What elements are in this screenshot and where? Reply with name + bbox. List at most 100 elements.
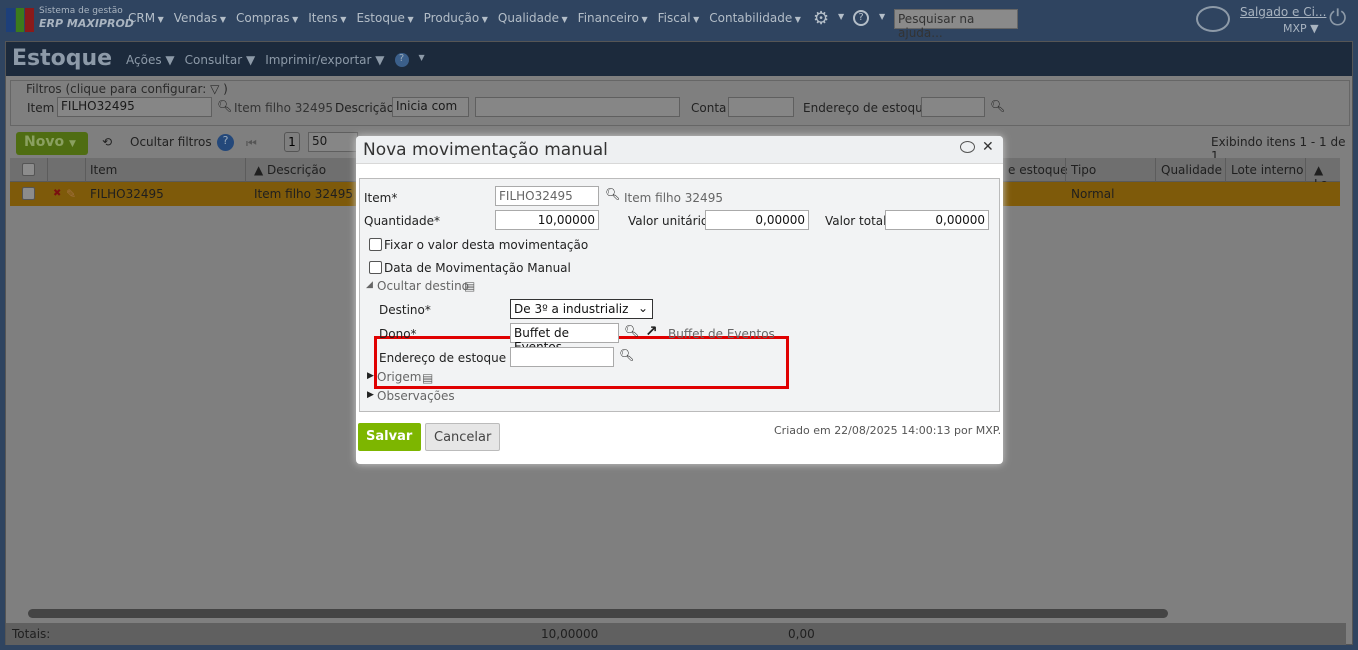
user-link[interactable]: Salgado e Ci... (1240, 5, 1326, 19)
menu-fiscal[interactable]: Fiscal (658, 11, 700, 25)
page-title: Estoque (12, 46, 113, 71)
delete-icon[interactable]: ✖ (53, 188, 61, 199)
nova-movimentacao-dialog: Nova movimentação manual ✕ Item* FILHO32… (356, 136, 1003, 464)
row-checkbox[interactable] (22, 187, 35, 200)
help-icon[interactable]: ? (394, 53, 409, 67)
totals-row: Totais: 10,00000 0,00 (6, 623, 1346, 645)
novo-button[interactable]: Novo ▼ (16, 132, 88, 155)
chat-icon[interactable] (1196, 6, 1230, 32)
brand-line2: ERP MAXIPROD (39, 17, 134, 30)
horizontal-scrollbar[interactable] (28, 609, 1168, 618)
quantidade-input[interactable]: 10,00000 (495, 210, 599, 230)
help-icon[interactable]: ? (217, 134, 234, 151)
col-endereco[interactable]: e estoque (1008, 163, 1067, 177)
valor-total-input[interactable]: 0,00000 (885, 210, 989, 230)
company-selector[interactable]: MXP ▼ (1283, 22, 1319, 35)
dono-input[interactable]: Buffet de Eventos (510, 323, 619, 354)
row-item: FILHO32495 (90, 187, 164, 201)
col-descricao[interactable]: ▲ Descrição (254, 163, 326, 177)
select-all-checkbox[interactable] (22, 163, 35, 176)
help-search-input[interactable]: Pesquisar na ajuda... (894, 9, 1018, 40)
notes-icon: ▤ (464, 279, 476, 293)
menu-financeiro[interactable]: Financeiro (578, 11, 648, 25)
search-icon[interactable]: 🔍︎ (624, 324, 639, 338)
filter-conta-select[interactable] (728, 97, 794, 117)
search-icon[interactable]: 🔍︎ (217, 99, 232, 113)
endereco-input[interactable] (510, 347, 614, 367)
ocultar-filtros-button[interactable]: Ocultar filtros (130, 135, 212, 149)
chevron-down-icon[interactable]: ▼ (419, 53, 425, 67)
search-icon[interactable]: 🔍︎ (990, 99, 1005, 113)
expand-icon[interactable]: ▶ (367, 390, 374, 400)
item-description: Item filho 32495 (624, 191, 723, 205)
menu-producao[interactable]: Produção (424, 11, 488, 25)
fixar-valor-checkbox[interactable] (369, 238, 382, 251)
chevron-down-icon[interactable]: ▼ (879, 12, 885, 21)
power-icon[interactable]: ⏻ (1329, 6, 1346, 31)
filters-legend[interactable]: Filtros (clique para configurar: ▽ ) (24, 82, 230, 96)
filter-item-input[interactable]: FILHO32495 (57, 97, 212, 117)
search-icon[interactable]: 🔍︎ (605, 187, 620, 201)
page-number[interactable]: 1 (284, 132, 300, 152)
col-tipo[interactable]: Tipo (1071, 163, 1096, 177)
menu-itens[interactable]: Itens (308, 11, 346, 25)
col-item[interactable]: Item (90, 163, 117, 177)
created-info: Criado em 22/08/2025 14:00:13 por MXP. (774, 424, 1002, 437)
novo-label: Novo (24, 134, 65, 150)
cancelar-button[interactable]: Cancelar (425, 423, 500, 451)
dono-label: Dono* (379, 327, 417, 341)
observacoes-toggle[interactable]: Observações (377, 389, 455, 403)
menu-contabilidade[interactable]: Contabilidade (709, 11, 801, 25)
refresh-icon[interactable]: ⟲ (102, 135, 112, 149)
menu-consultar[interactable]: Consultar ▼ (185, 53, 256, 67)
filter-endereco-input[interactable] (921, 97, 985, 117)
dialog-titlebar: Nova movimentação manual ✕ (356, 136, 1003, 164)
valor-unitario-input[interactable]: 0,00000 (705, 210, 809, 230)
origem-toggle[interactable]: Origem (377, 370, 421, 384)
fixar-valor-label[interactable]: Fixar o valor desta movimentação (384, 238, 588, 252)
item-input[interactable]: FILHO32495 (495, 186, 599, 206)
comment-icon[interactable] (960, 141, 975, 153)
filter-descricao-input[interactable] (475, 97, 680, 117)
destino-value: De 3º a industrializ (514, 302, 629, 316)
first-page-icon[interactable]: ⏮ (246, 136, 257, 151)
close-icon[interactable]: ✕ (982, 139, 994, 155)
data-manual-checkbox[interactable] (369, 261, 382, 274)
external-link-icon[interactable]: ↗ (645, 322, 658, 340)
filter-descricao-label: Descrição (335, 101, 395, 115)
data-manual-label[interactable]: Data de Movimentação Manual (384, 261, 571, 275)
destino-select[interactable]: De 3º a industrializ ⌄ (510, 299, 653, 319)
page-size-select[interactable]: 50 (308, 132, 358, 152)
help-icon[interactable]: ? (853, 10, 869, 26)
menu-crm[interactable]: CRM (128, 11, 164, 25)
menu-acoes[interactable]: Ações ▼ (126, 53, 175, 67)
chevron-down-icon[interactable]: ▼ (838, 12, 844, 21)
edit-icon[interactable]: ✎ (66, 187, 76, 201)
filter-item-label: Item (27, 101, 55, 115)
page-header: Estoque Ações ▼ Consultar ▼ Imprimir/exp… (6, 42, 1352, 76)
filter-descricao-mode[interactable]: Inicia com (392, 97, 469, 117)
filter-item-desc: Item filho 32495 (234, 101, 333, 115)
logo (6, 8, 35, 32)
expand-icon[interactable]: ▶ (367, 371, 374, 381)
quantidade-label: Quantidade* (364, 214, 441, 228)
menu-estoque[interactable]: Estoque (356, 11, 413, 25)
row-tipo: Normal (1071, 187, 1115, 201)
destino-label: Destino* (379, 303, 431, 317)
menu-compras[interactable]: Compras (236, 11, 298, 25)
row-descricao: Item filho 32495 (254, 187, 353, 201)
menu-imprimir[interactable]: Imprimir/exportar ▼ (265, 53, 384, 67)
menu-qualidade[interactable]: Qualidade (498, 11, 568, 25)
valor-total-label: Valor total (825, 214, 887, 228)
total-quantity: 10,00000 (541, 627, 599, 641)
search-icon[interactable]: 🔍︎ (619, 348, 634, 362)
ocultar-destino-toggle[interactable]: Ocultar destino (377, 279, 469, 293)
salvar-button[interactable]: Salvar (358, 423, 421, 451)
form-panel: Item* FILHO32495 🔍︎ Item filho 32495 Qua… (359, 178, 1000, 412)
totals-label: Totais: (12, 627, 51, 641)
col-qualidade[interactable]: Qualidade (1161, 163, 1222, 177)
col-lote[interactable]: Lote interno (1231, 163, 1303, 177)
gear-icon[interactable]: ⚙ (813, 8, 829, 29)
collapse-icon[interactable]: ◢ (366, 280, 373, 290)
menu-vendas[interactable]: Vendas (174, 11, 226, 25)
